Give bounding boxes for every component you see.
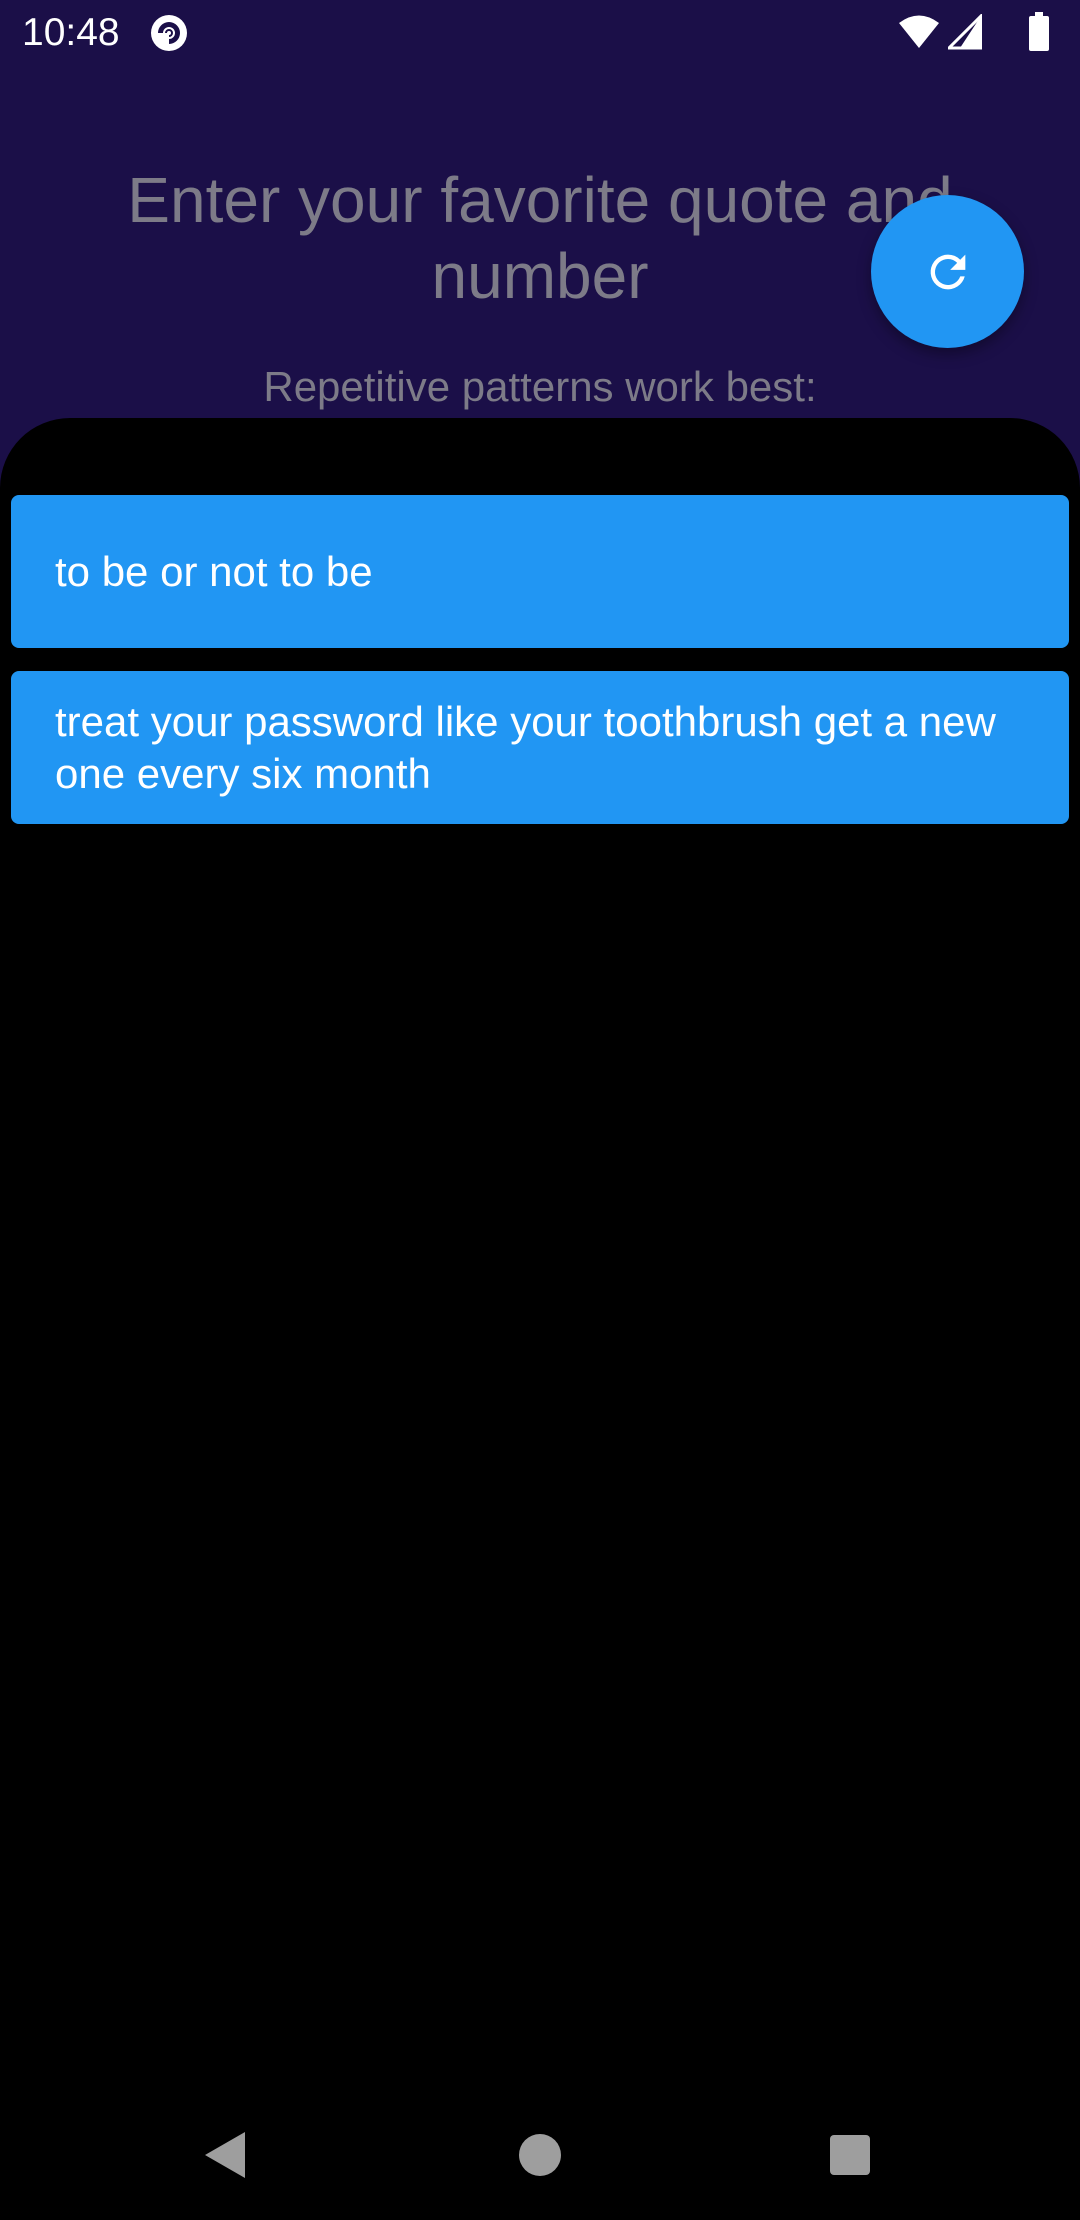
battery-icon: [1029, 12, 1049, 51]
back-button[interactable]: [190, 2120, 260, 2190]
quote-text: to be or not to be: [55, 547, 373, 595]
home-icon: [519, 2134, 561, 2176]
quote-sheet: to be or not to be treat your password l…: [0, 418, 1080, 2220]
status-time: 10:48: [22, 11, 120, 54]
recents-icon: [830, 2135, 870, 2175]
refresh-button[interactable]: [871, 195, 1024, 348]
quote-item[interactable]: treat your password like your toothbrush…: [11, 671, 1069, 824]
quote-item[interactable]: to be or not to be: [11, 495, 1069, 648]
cell-signal-icon: [948, 14, 982, 50]
pocket-casts-icon: [150, 14, 188, 52]
wifi-icon: [899, 15, 939, 48]
home-button[interactable]: [505, 2120, 575, 2190]
navigation-bar: [0, 2090, 1080, 2220]
recents-button[interactable]: [815, 2120, 885, 2190]
status-bar: 10:48: [0, 0, 1080, 66]
back-icon: [205, 2132, 245, 2178]
refresh-icon: [930, 254, 965, 289]
status-icons: [898, 12, 1058, 52]
quote-text: treat your password like your toothbrush…: [55, 697, 996, 797]
page-subtitle: Repetitive patterns work best:: [263, 363, 817, 410]
